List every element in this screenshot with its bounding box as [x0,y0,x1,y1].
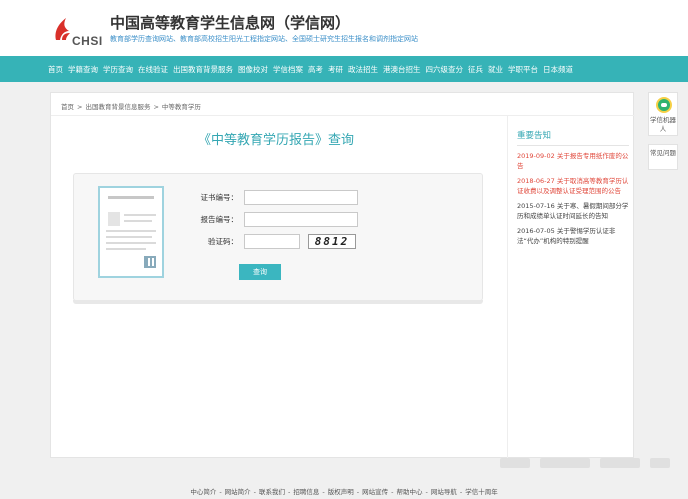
nav-item[interactable]: 政法招生 [348,64,378,75]
certificate-sample-image [98,186,164,278]
footer-link[interactable]: 招聘信息 [293,488,319,496]
query-title: 《中等教育学历报告》查询 [197,133,354,148]
footer-separator: - [219,488,222,496]
nav-item[interactable]: 学职平台 [508,64,538,75]
query-form-panel: 证书编号： 报告编号： 验证码： 8812 查询 [73,173,483,301]
logo-text: CHSI [72,34,103,48]
flame-logo-icon [55,18,70,40]
notice-panel: 重要告知 2019-09-02 关于报告专用纸作废的公告 2018-06-27 关… [517,129,629,252]
footer-link[interactable]: 网站导航 [431,488,457,496]
site-header: CHSI 中国高等教育学生信息网（学信网） 教育部学历查询网站、教育部高校招生阳… [0,0,688,56]
breadcrumb: 首页 > 出国教育背景信息服务 > 中等教育学历 [61,101,201,111]
nav-item[interactable]: 学历查询 [103,64,133,75]
nav-item[interactable]: 在线验证 [138,64,168,75]
footer-separator: - [425,488,428,496]
footer-link[interactable]: 联系我们 [259,488,285,496]
nav-item[interactable]: 图像校对 [238,64,268,75]
footer-link[interactable]: 学信十周年 [465,488,498,496]
breadcrumb-separator: > [77,103,83,111]
footer-links: 中心简介 - 网站简介 - 联系我们 - 招聘信息 - 版权声明 - 网站宣传 - 帮助中心 - 网站导航 -… [0,486,688,496]
notice-item[interactable]: 2015-07-16 关于寒、暑假期间部分学历和成绩单认证时间延长的告知 [517,202,629,221]
site-title: 中国高等教育学生信息网（学信网） [110,14,351,32]
breadcrumb-overseas-service[interactable]: 出国教育背景信息服务 [85,103,150,111]
cert-no-label: 证书编号： [200,193,239,202]
captcha-image[interactable]: 8812 [308,234,356,249]
main-content: 首页 > 出国教育背景信息服务 > 中等教育学历 《中等教育学历报告》查询 证书编号： … [50,92,635,458]
faq-label: 常见问题 [650,149,676,157]
footer-separator: - [288,488,291,496]
nav-item[interactable]: 四六级查分 [426,64,464,75]
notice-item[interactable]: 2019-09-02 关于报告专用纸作废的公告 [517,152,629,171]
nav-item[interactable]: 出国教育背景服务 [173,64,233,75]
cert-no-input[interactable] [244,190,358,205]
float-help-panel: 学信机器人 常见问题 [648,92,678,170]
robot-icon [656,97,672,113]
breadcrumb-current: 中等教育学历 [161,103,201,111]
nav-item[interactable]: 日本频道 [543,64,573,75]
nav-item[interactable]: 就业 [488,64,503,75]
captcha-input[interactable] [244,234,300,249]
footer-link[interactable]: 网站宣传 [362,488,388,496]
footer-separator: - [356,488,360,496]
query-submit-button[interactable]: 查询 [239,264,281,280]
footer-link[interactable]: 网站简介 [225,488,251,496]
report-no-label: 报告编号： [200,215,239,224]
faq-button[interactable]: 常见问题 [648,144,678,170]
breadcrumb-separator: > [153,103,159,111]
captcha-label: 验证码： [208,237,238,246]
footer-link[interactable]: 帮助中心 [396,488,422,496]
nav-item[interactable]: 征兵 [468,64,483,75]
breadcrumb-divider [51,115,635,116]
notice-title: 重要告知 [517,129,629,146]
notice-item[interactable]: 2018-06-27 关于取消高等教育学历认证收费以及调整认证受理范围的公告 [517,177,629,196]
report-no-input[interactable] [244,212,358,227]
nav-item[interactable]: 考研 [328,64,343,75]
footer-separator: - [253,488,257,496]
nav-item[interactable]: 学籍查询 [68,64,98,75]
qr-code-icon [144,256,156,268]
robot-label: 学信机器人 [650,116,676,133]
nav-list: 首页 学籍查询 学历查询 在线验证 出国教育背景服务 图像校对 学信档案 高考 考研 政法招生 港澳… [48,56,578,82]
nav-item[interactable]: 高考 [308,64,323,75]
notice-list: 2019-09-02 关于报告专用纸作废的公告 2018-06-27 关于取消高等… [517,152,629,246]
nav-item[interactable]: 港澳台招生 [383,64,421,75]
site-subtitle: 教育部学历查询网站、教育部高校招生阳光工程指定网站、全国硕士研究生招生报名和调剂… [110,35,418,43]
notice-item[interactable]: 2016-07-05 关于警惕学历认证非法“代办”机构的特别提醒 [517,227,629,246]
nav-item[interactable]: 首页 [48,64,63,75]
footer-separator: - [391,488,394,496]
breadcrumb-home[interactable]: 首页 [61,103,74,111]
footer-link[interactable]: 中心简介 [190,488,216,496]
nav-item[interactable]: 学信档案 [273,64,303,75]
footer-separator: - [459,488,463,496]
chsi-logo[interactable]: CHSI [52,14,104,48]
main-nav: 首页 学籍查询 学历查询 在线验证 出国教育背景服务 图像校对 学信档案 高考 考研 政法招生 港澳… [0,56,688,82]
footer-link[interactable]: 版权声明 [328,488,354,496]
robot-assistant-button[interactable]: 学信机器人 [648,92,678,136]
footer-separator: - [322,488,325,496]
